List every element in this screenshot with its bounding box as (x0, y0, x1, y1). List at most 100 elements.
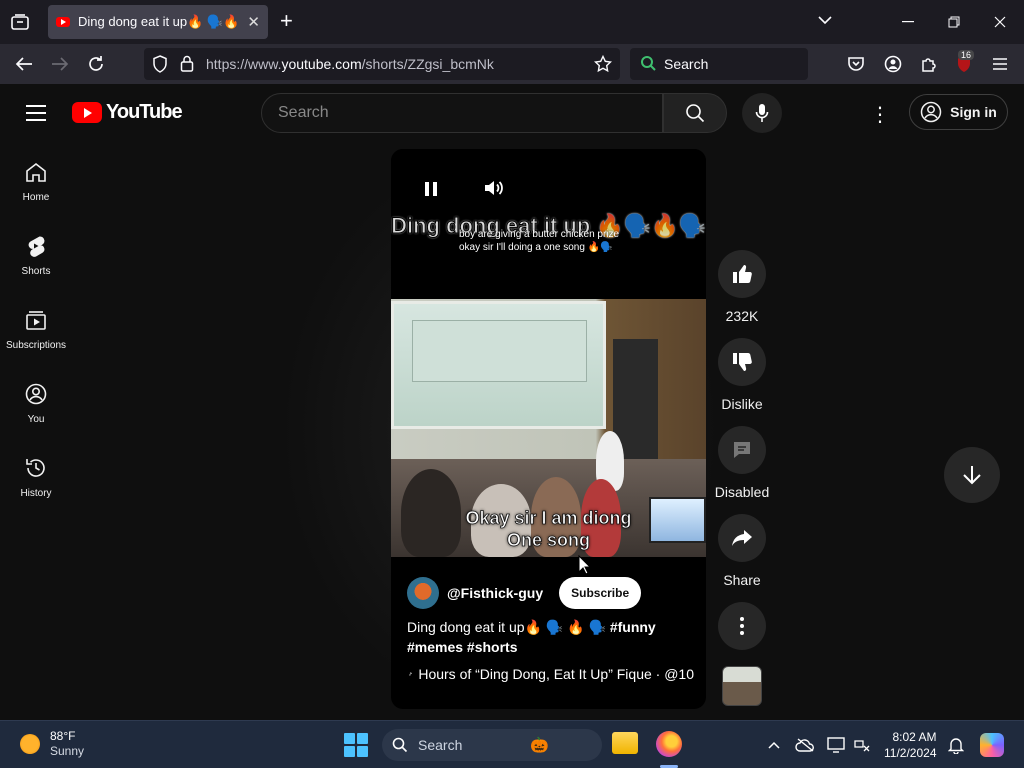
sidebar-item-you[interactable]: You (0, 364, 72, 434)
tab-close-icon[interactable]: ✕ (247, 13, 260, 31)
sound-attribution-row[interactable]: Hours of “Ding Dong, Eat It Up” Fique · … (409, 666, 694, 682)
taskbar-search-placeholder: Search (418, 737, 463, 753)
hashtag-link[interactable]: #funny (610, 619, 656, 635)
search-button[interactable] (663, 93, 727, 133)
app-menu-icon[interactable] (989, 53, 1011, 75)
home-icon (26, 162, 46, 182)
video-caption-line-1: Okay sir I am diong (465, 508, 632, 529)
youtube-header: YouTube Search ⋮ Sign in (0, 84, 1024, 142)
onedrive-icon[interactable] (795, 735, 815, 755)
extensions-puzzle-icon[interactable] (918, 53, 940, 75)
overlay-caption-line-2: okay sir I'll doing a one song 🔥🗣️ (459, 242, 613, 253)
history-icon (26, 459, 45, 477)
clock-date: 11/2/2024 (884, 746, 937, 760)
bookmark-star-icon[interactable] (593, 54, 613, 76)
windows-start-icon[interactable] (344, 733, 368, 757)
reload-icon[interactable] (85, 53, 107, 75)
youtube-play-logo-icon (72, 102, 102, 123)
subscribe-button[interactable]: Subscribe (559, 577, 642, 609)
weather-condition: Sunny (50, 744, 85, 758)
you-icon (25, 383, 47, 405)
close-window-button[interactable] (988, 10, 1012, 34)
sign-in-button[interactable]: Sign in (909, 94, 1008, 130)
google-search-engine-icon (640, 55, 656, 74)
list-all-tabs-chevron-icon[interactable] (818, 12, 832, 28)
pause-icon[interactable] (421, 179, 441, 199)
video-caption-line-2: One song (506, 530, 591, 551)
sidebar-label-subscriptions: Subscriptions (5, 340, 67, 351)
system-clock[interactable]: 8:02 AM 11/2/2024 (884, 729, 937, 761)
volume-icon[interactable] (483, 177, 507, 201)
browser-tab-active[interactable]: Ding dong eat it up🔥 🗣️🔥 ✕ (48, 5, 268, 39)
sidebar-item-history[interactable]: History (0, 438, 72, 508)
short-title: Ding dong eat it up🔥 🗣️ 🔥 🗣️ #funny #mem… (407, 617, 697, 657)
forward-arrow-icon[interactable] (49, 53, 71, 75)
more-actions[interactable] (714, 602, 770, 650)
channel-name-link[interactable]: @Fisthick-guy (447, 585, 543, 601)
more-options-button[interactable] (718, 602, 766, 650)
browser-search-box[interactable]: Search (630, 48, 808, 80)
channel-row: @Fisthick-guy Subscribe (407, 577, 642, 609)
next-short-button[interactable] (944, 447, 1000, 503)
share-button[interactable] (718, 514, 766, 562)
youtube-logo-text: YouTube (106, 101, 183, 123)
sidebar-item-shorts[interactable]: Shorts (0, 216, 72, 286)
guide-menu-icon[interactable] (24, 102, 48, 124)
pocket-icon[interactable] (845, 53, 867, 75)
address-bar[interactable]: https://www.youtube.com/shorts/ZZgsi_bcm… (144, 48, 620, 80)
network-icon[interactable] (852, 735, 872, 755)
sound-thumbnail[interactable] (722, 666, 762, 706)
microphone-icon (755, 104, 769, 122)
file-explorer-icon[interactable] (612, 732, 638, 754)
sidebar-label-you: You (27, 414, 45, 425)
search-icon (686, 104, 705, 123)
channel-avatar[interactable] (407, 577, 439, 609)
overlay-small-caption: boy are giving a butter chicken prize ok… (459, 228, 649, 254)
display-icon[interactable] (826, 735, 846, 755)
notification-bell-icon[interactable] (946, 735, 966, 755)
weather-widget[interactable]: 88°F Sunny (20, 729, 84, 759)
sidebar-item-home[interactable]: Home (0, 142, 72, 212)
sidebar-item-subscriptions[interactable]: Subscriptions (0, 290, 72, 360)
firefox-icon[interactable] (656, 731, 682, 757)
dislike-label: Dislike (721, 396, 763, 412)
mouse-cursor-icon (578, 555, 592, 575)
tracking-shield-icon[interactable] (152, 55, 168, 76)
back-arrow-icon[interactable] (13, 53, 35, 75)
settings-more-icon[interactable]: ⋮ (868, 102, 892, 126)
share-action[interactable]: Share (714, 514, 770, 588)
like-button[interactable] (718, 250, 766, 298)
dislike-action[interactable]: Dislike (714, 338, 770, 412)
sidebar-label-shorts: Shorts (21, 266, 51, 277)
minimize-window-button[interactable] (896, 10, 920, 34)
copilot-icon[interactable] (980, 733, 1004, 757)
sidebar-label-history: History (20, 488, 52, 499)
overlay-caption-line-1: boy are giving a butter chicken prize (459, 229, 620, 240)
extension-badge: 16 (958, 50, 975, 60)
tab-list-icon[interactable] (8, 10, 32, 34)
arrow-down-icon (963, 466, 981, 485)
weather-text: 88°F Sunny (50, 729, 84, 759)
user-circle-icon (920, 101, 942, 123)
like-action[interactable]: 232K (714, 250, 770, 324)
lock-icon[interactable] (180, 55, 194, 75)
clock-time: 8:02 AM (892, 730, 937, 744)
youtube-search-input[interactable]: Search (261, 93, 663, 133)
tray-overflow-chevron-icon[interactable] (764, 735, 784, 755)
browser-search-placeholder: Search (664, 56, 709, 72)
taskbar-search-box[interactable]: Search 🎃 (382, 729, 602, 761)
search-icon (392, 737, 408, 753)
account-icon[interactable] (882, 53, 904, 75)
new-tab-button[interactable]: + (280, 10, 293, 32)
music-note-icon (409, 672, 413, 676)
sign-in-label: Sign in (950, 104, 997, 120)
comments-disabled-label: Disabled (714, 484, 770, 500)
shorts-player[interactable]: Ding dong eat it up 🔥🗣️🔥🗣️ boy are givin… (391, 149, 706, 709)
maximize-window-button[interactable] (942, 10, 966, 34)
dislike-button[interactable] (718, 338, 766, 386)
hashtag-link[interactable]: #memes #shorts (407, 639, 518, 655)
comment-icon (734, 442, 750, 458)
youtube-logo[interactable]: YouTube (72, 101, 183, 124)
tab-title: Ding dong eat it up🔥 🗣️🔥 (78, 14, 240, 29)
voice-search-button[interactable] (742, 93, 782, 133)
